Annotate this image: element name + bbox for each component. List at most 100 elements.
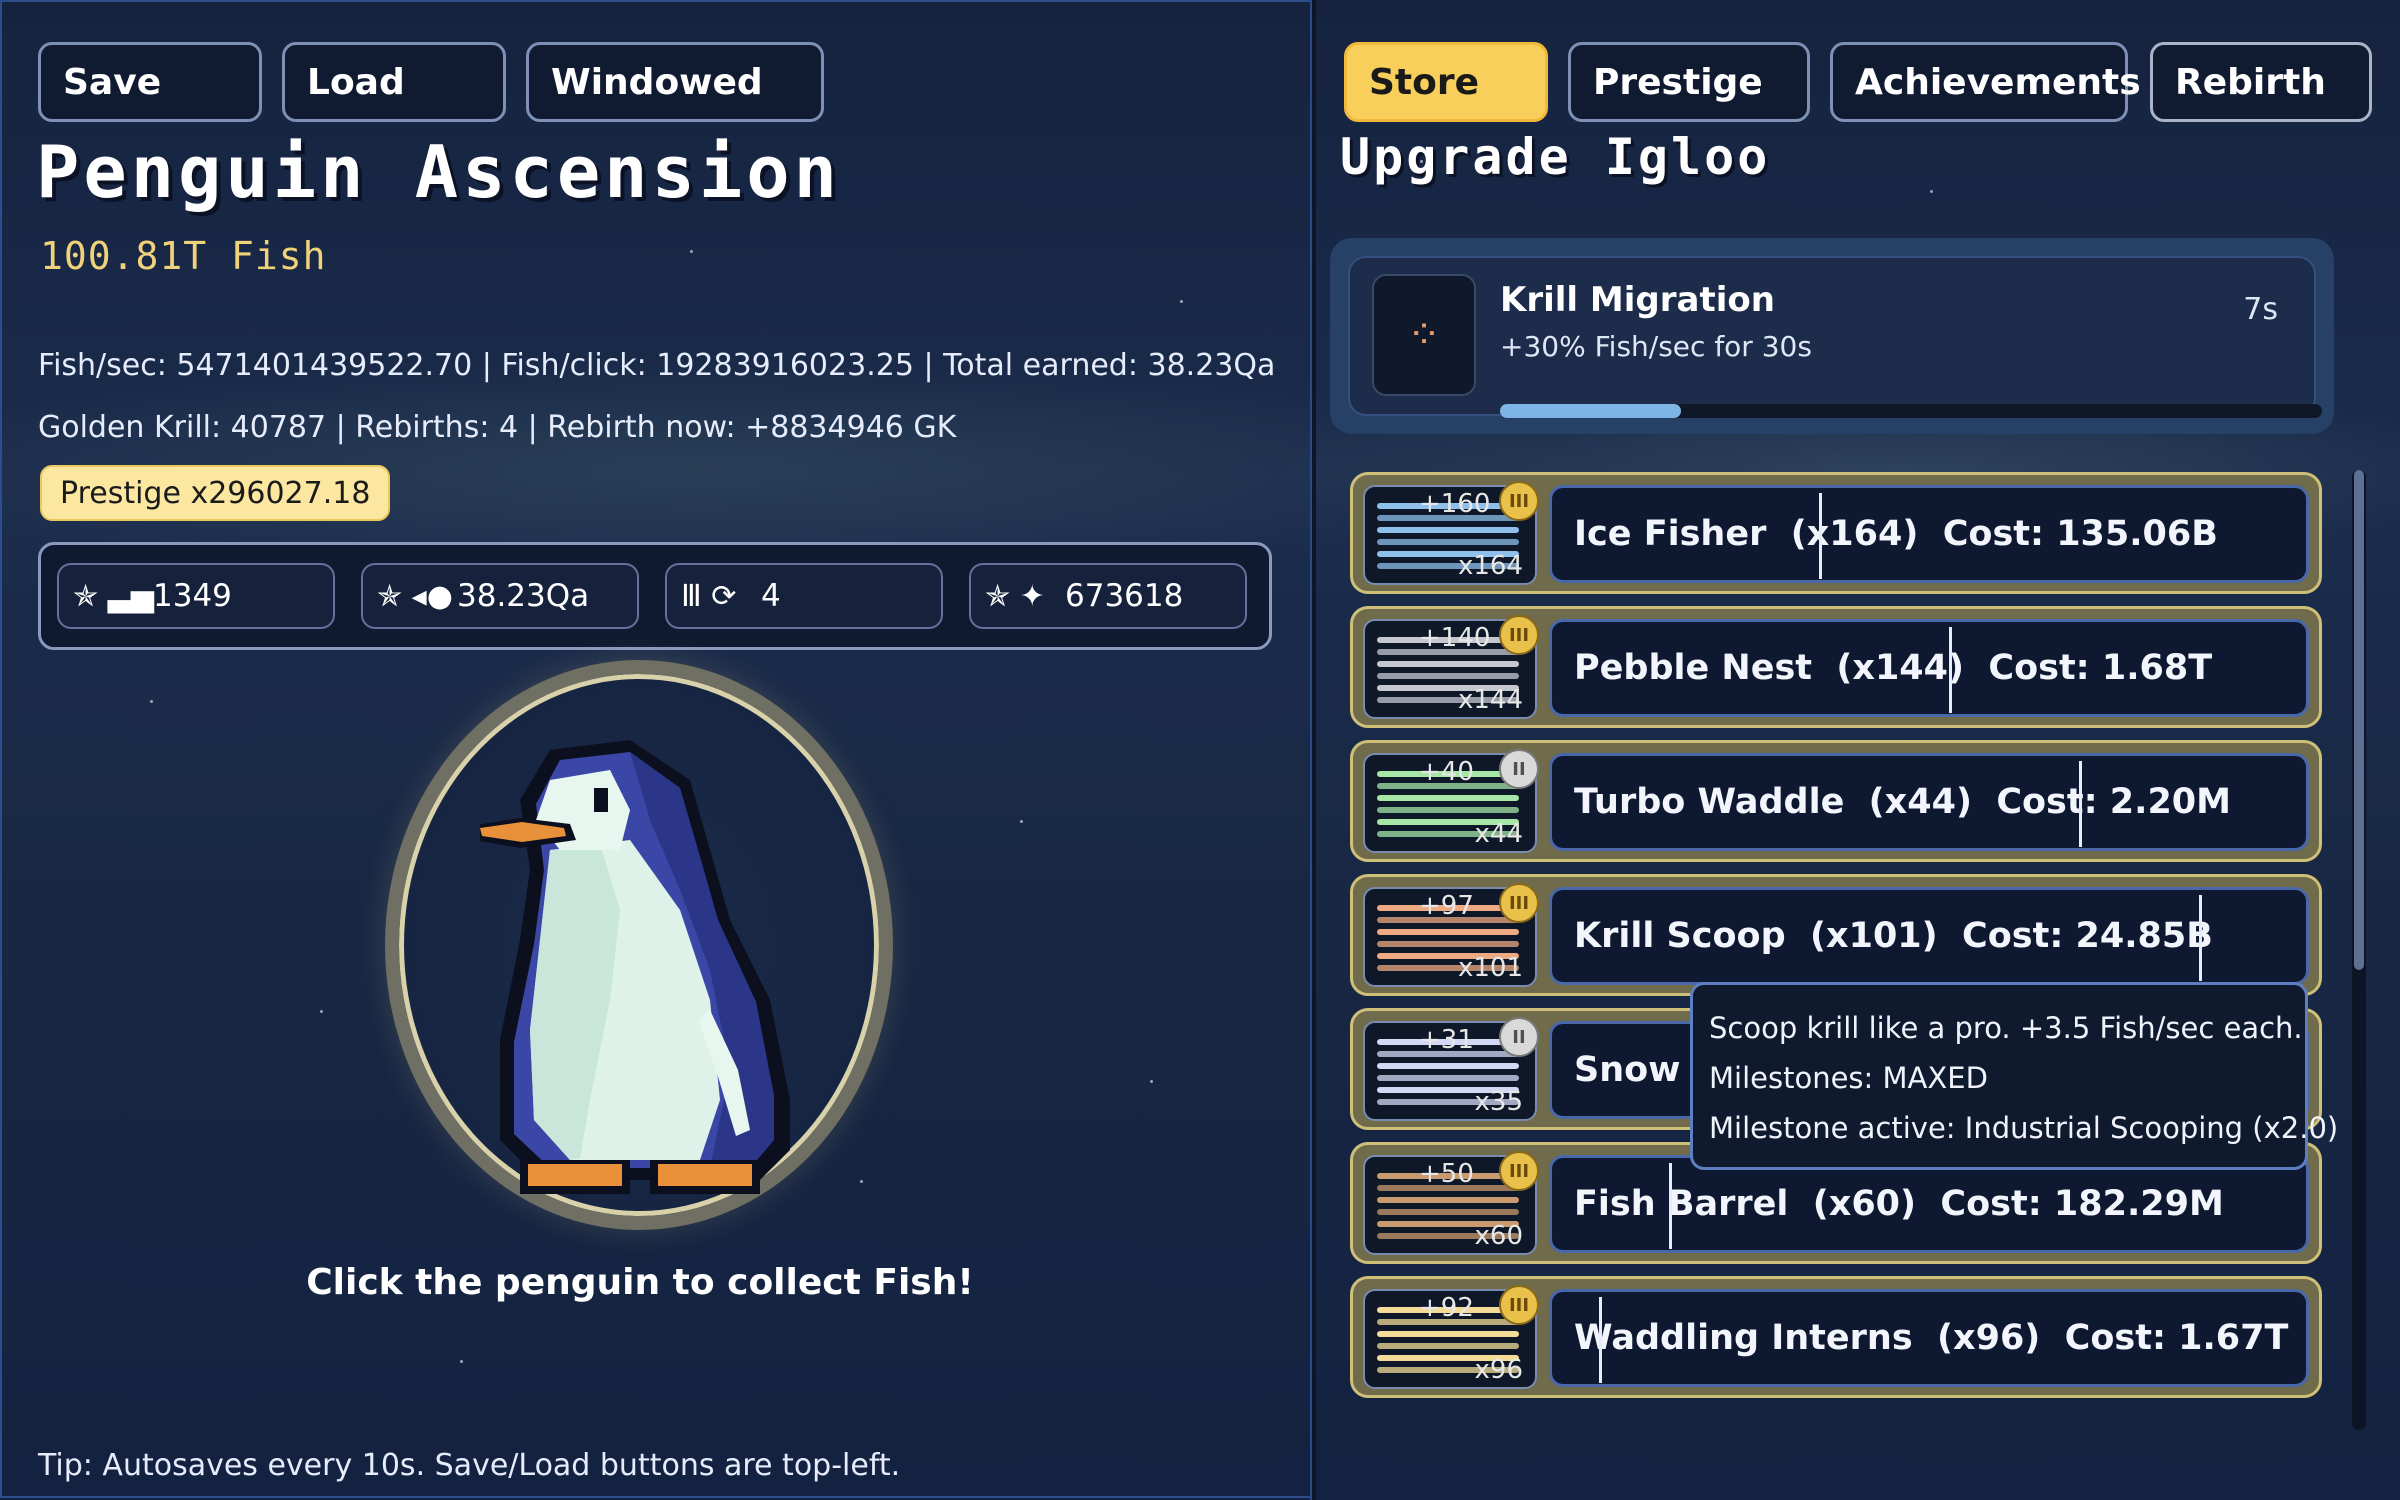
upgrade-level-gain: +140 xyxy=(1419,623,1491,653)
event-timer: 7s xyxy=(2243,292,2278,327)
upgrade-progress-marker xyxy=(1669,1163,1672,1249)
thumbnail-stripe xyxy=(1377,1197,1519,1203)
thumbnail-stripe xyxy=(1377,929,1519,935)
panel-divider xyxy=(1310,0,1316,1500)
fish-count: 100.81T Fish xyxy=(40,234,327,278)
upgrade-tooltip: Scoop krill like a pro. +3.5 Fish/sec ea… xyxy=(1690,982,2339,1170)
tab-store[interactable]: Store xyxy=(1344,42,1548,122)
thumbnail-stripe xyxy=(1377,1343,1519,1349)
upgrade-row[interactable]: +140 x144 III Pebble Nest (x144) Cost: 1.68… xyxy=(1350,606,2322,728)
upgrade-owned-count: x44 xyxy=(1474,819,1523,849)
krill-icon: ⁘ xyxy=(1372,274,1476,396)
buy-upgrade-button[interactable]: Turbo Waddle (x44) Cost: 2.20M xyxy=(1549,753,2309,851)
tooltip-line: Milestone active: Industrial Scooping (x… xyxy=(1709,1111,2339,1145)
krill-icon: ✯ ✦ xyxy=(985,578,1045,614)
thumbnail-stripe xyxy=(1377,795,1519,801)
tab-prestige[interactable]: Prestige xyxy=(1568,42,1810,122)
milestone-badge-icon: III xyxy=(1499,615,1539,655)
rebirth-icon: Ⅲ ⟳ xyxy=(681,578,737,614)
milestone-badge-icon: III xyxy=(1499,883,1539,923)
event-card: ⁘ Krill Migration +30% Fish/sec for 30s … xyxy=(1330,238,2334,434)
stat-chip-krill: ✯ ✦ 673618 xyxy=(969,563,1247,629)
milestone-badge-icon: II xyxy=(1499,749,1539,789)
stats-line-production: Fish/sec: 5471401439522.70 | Fish/click:… xyxy=(38,348,1276,383)
thumbnail-stripe xyxy=(1377,1075,1519,1081)
upgrade-level-gain: +97 xyxy=(1419,891,1474,921)
store-title: Upgrade Igloo xyxy=(1340,128,1771,186)
stat-chip-value: 673618 xyxy=(1065,578,1184,614)
thumbnail-stripe xyxy=(1377,807,1519,813)
thumbnail-stripe xyxy=(1377,527,1519,533)
upgrade-owned-count: x144 xyxy=(1457,685,1523,715)
upgrades-icon: ✯ ▃▅ xyxy=(73,578,154,614)
upgrade-label: Ice Fisher (x164) Cost: 135.06B xyxy=(1574,514,2218,554)
event-progress-bar xyxy=(1500,404,2322,418)
upgrade-owned-count: x35 xyxy=(1474,1087,1523,1117)
upgrade-owned-count: x60 xyxy=(1474,1221,1523,1251)
stat-chip-upgrades: ✯ ▃▅ 1349 xyxy=(57,563,335,629)
event-description: +30% Fish/sec for 30s xyxy=(1500,330,1812,363)
stat-chips-bar: ✯ ▃▅ 1349 ✯ ◂● 38.23Qa Ⅲ ⟳ 4 ✯ ✦ 673618 xyxy=(38,542,1272,650)
buy-upgrade-button[interactable]: Pebble Nest (x144) Cost: 1.68T xyxy=(1549,619,2309,717)
upgrade-level-gain: +160 xyxy=(1419,489,1491,519)
scrollbar-thumb[interactable] xyxy=(2354,470,2364,970)
upgrade-progress-marker xyxy=(1949,627,1952,713)
game-title: Penguin Ascension xyxy=(36,130,841,214)
upgrade-scrollbar[interactable] xyxy=(2352,470,2366,1430)
buy-upgrade-button[interactable]: Ice Fisher (x164) Cost: 135.06B xyxy=(1549,485,2309,583)
save-button[interactable]: Save xyxy=(38,42,262,122)
upgrade-progress-marker xyxy=(1819,493,1822,579)
tooltip-line: Scoop krill like a pro. +3.5 Fish/sec ea… xyxy=(1709,1011,2303,1045)
thumbnail-stripe xyxy=(1377,941,1519,947)
upgrade-list[interactable]: +160 x164 III Ice Fisher (x164) Cost: 135.0… xyxy=(1350,470,2344,1430)
thumbnail-stripe xyxy=(1377,661,1519,667)
fish-icon: ✯ ◂● xyxy=(377,578,453,614)
thumbnail-stripe xyxy=(1377,1063,1519,1069)
thumbnail-stripe xyxy=(1377,1209,1519,1215)
stat-chip-rebirths: Ⅲ ⟳ 4 xyxy=(665,563,943,629)
upgrade-level-gain: +92 xyxy=(1419,1293,1474,1323)
milestone-badge-icon: II xyxy=(1499,1017,1539,1057)
thumbnail-stripe xyxy=(1377,539,1519,545)
upgrade-progress-marker xyxy=(2079,761,2082,847)
prestige-badge: Prestige x296027.18 xyxy=(40,465,391,521)
tooltip-line: Milestones: MAXED xyxy=(1709,1061,1988,1095)
load-button[interactable]: Load xyxy=(282,42,506,122)
upgrade-progress-marker xyxy=(2199,895,2202,981)
star xyxy=(1930,190,1933,193)
upgrade-label: Pebble Nest (x144) Cost: 1.68T xyxy=(1574,648,2213,688)
upgrade-owned-count: x96 xyxy=(1474,1355,1523,1385)
milestone-badge-icon: III xyxy=(1499,1285,1539,1325)
stat-chip-value: 38.23Qa xyxy=(457,578,590,614)
buy-upgrade-button[interactable]: Waddling Interns (x96) Cost: 1.67T xyxy=(1549,1289,2309,1387)
upgrade-level-gain: +50 xyxy=(1419,1159,1474,1189)
tab-achievements[interactable]: Achievements xyxy=(1830,42,2141,122)
tab-rebirth[interactable]: Rebirth xyxy=(2150,42,2372,122)
upgrade-level-gain: +31 xyxy=(1419,1025,1474,1055)
milestone-badge-icon: III xyxy=(1499,1151,1539,1191)
thumbnail-stripe xyxy=(1377,1331,1519,1337)
stat-chip-value: 4 xyxy=(761,578,781,614)
upgrade-label: Krill Scoop (x101) Cost: 24.85B xyxy=(1574,916,2213,956)
windowed-button[interactable]: Windowed xyxy=(526,42,824,122)
upgrade-owned-count: x164 xyxy=(1457,551,1523,581)
upgrade-level-gain: +40 xyxy=(1419,757,1474,787)
upgrade-row[interactable]: +160 x164 III Ice Fisher (x164) Cost: 135.0… xyxy=(1350,472,2322,594)
buy-upgrade-button[interactable]: Krill Scoop (x101) Cost: 24.85B xyxy=(1549,887,2309,985)
milestone-badge-icon: III xyxy=(1499,481,1539,521)
autosave-tip: Tip: Autosaves every 10s. Save/Load butt… xyxy=(38,1448,901,1483)
event-progress-fill xyxy=(1500,404,1681,418)
upgrade-owned-count: x101 xyxy=(1457,953,1523,983)
upgrade-row[interactable]: +40 x44 II Turbo Waddle (x44) Cost: 2.20M xyxy=(1350,740,2322,862)
thumbnail-stripe xyxy=(1377,673,1519,679)
upgrade-progress-marker xyxy=(1599,1297,1602,1383)
stats-line-rebirth: Golden Krill: 40787 | Rebirths: 4 | Rebi… xyxy=(38,410,957,445)
stat-chip-value: 1349 xyxy=(153,578,232,614)
collect-hint: Click the penguin to collect Fish! xyxy=(306,1262,974,1303)
upgrade-row[interactable]: +92 x96 III Waddling Interns (x96) Cost: 1.… xyxy=(1350,1276,2322,1398)
upgrade-row[interactable]: +97 x101 III Krill Scoop (x101) Cost: 24.85… xyxy=(1350,874,2322,996)
stat-chip-fish: ✯ ◂● 38.23Qa xyxy=(361,563,639,629)
upgrade-label: Turbo Waddle (x44) Cost: 2.20M xyxy=(1574,782,2231,822)
penguin-icon[interactable] xyxy=(480,740,810,1220)
upgrade-label: Waddling Interns (x96) Cost: 1.67T xyxy=(1574,1318,2289,1358)
